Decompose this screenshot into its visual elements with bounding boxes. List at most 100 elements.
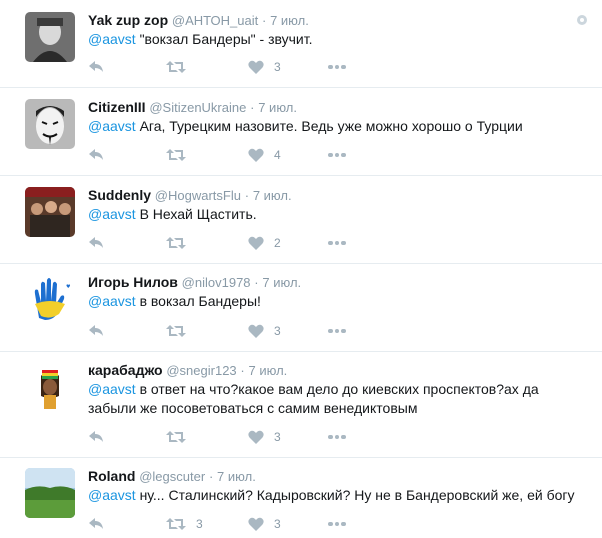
avatar[interactable] <box>25 362 75 412</box>
more-button[interactable] <box>328 427 346 447</box>
retweet-button[interactable] <box>166 57 196 77</box>
tweet-actions: 3 <box>88 321 388 341</box>
heart-icon <box>248 430 264 444</box>
retweet-button[interactable] <box>166 145 196 165</box>
more-button[interactable] <box>328 321 346 341</box>
separator-dot: · <box>244 188 250 203</box>
heart-icon <box>248 148 264 162</box>
user-name[interactable]: Игорь Нилов <box>88 274 178 290</box>
user-name[interactable]: Roland <box>88 468 135 484</box>
tweet-text: @aavst "вокзал Бандеры" - звучит. <box>88 30 588 49</box>
retweet-icon <box>166 237 186 249</box>
reply-icon <box>89 61 103 72</box>
avatar[interactable] <box>25 187 75 237</box>
user-handle[interactable]: @nilov1978 <box>182 275 251 290</box>
reply-button[interactable] <box>88 145 114 165</box>
tweet-timestamp[interactable]: 7 июл. <box>217 469 256 484</box>
tweet-timestamp[interactable]: 7 июл. <box>249 363 288 378</box>
tweet-actions: 3 <box>88 57 388 77</box>
reply-icon <box>89 149 103 160</box>
retweet-button[interactable]: 3 <box>166 514 203 534</box>
retweet-icon <box>166 149 186 161</box>
mention-link[interactable]: @aavst <box>88 31 136 47</box>
separator-dot: · <box>240 363 245 378</box>
retweet-button[interactable] <box>166 321 196 341</box>
like-count: 4 <box>274 148 281 162</box>
tweet-text: @aavst В Нехай Щастить. <box>88 205 588 224</box>
more-button[interactable] <box>328 145 346 165</box>
heart-icon <box>248 60 264 74</box>
retweet-icon <box>166 61 186 73</box>
reply-button[interactable] <box>88 57 114 77</box>
tweet-timestamp[interactable]: 7 июл. <box>253 188 292 203</box>
avatar[interactable] <box>25 12 75 62</box>
retweet-button[interactable] <box>166 427 196 447</box>
more-button[interactable] <box>328 514 346 534</box>
tweet-body: ну... Сталинский? Кадыровский? Ну не в Б… <box>135 487 575 503</box>
tweet-body: В Нехай Щастить. <box>135 206 257 222</box>
tweet[interactable]: Yak zup zop @АНТОН_uait · 7 июл. @aavst … <box>0 0 602 88</box>
tweet-body: Ага, Турецким назовите. Ведь уже можно х… <box>135 118 523 134</box>
heart-icon <box>248 324 264 338</box>
more-icon <box>328 434 346 440</box>
like-button[interactable]: 3 <box>248 57 281 77</box>
reply-icon <box>89 325 103 336</box>
mention-link[interactable]: @aavst <box>88 206 136 222</box>
mention-link[interactable]: @aavst <box>88 118 136 134</box>
tweet-actions: 3 3 <box>88 514 388 534</box>
user-handle[interactable]: @legscuter <box>139 469 205 484</box>
mention-link[interactable]: @aavst <box>88 293 136 309</box>
tweet-actions: 3 <box>88 427 388 447</box>
user-name[interactable]: Suddenly <box>88 187 151 203</box>
separator-dot: · <box>250 100 255 115</box>
reply-button[interactable] <box>88 233 114 253</box>
tweet[interactable]: Roland @legscuter · 7 июл. @aavst ну... … <box>0 458 602 538</box>
like-button[interactable]: 3 <box>248 321 281 341</box>
tweet[interactable]: ♥ Игорь Нилов @nilov1978 · 7 июл. @aavst… <box>0 264 602 352</box>
user-handle[interactable]: @АНТОН_uait <box>172 13 258 28</box>
user-name[interactable]: Yak zup zop <box>88 12 168 28</box>
heart-icon <box>248 236 264 250</box>
tweet[interactable]: Suddenly @HogwartsFlu · 7 июл. @aavst В … <box>0 176 602 264</box>
like-button[interactable]: 3 <box>248 427 281 447</box>
user-name[interactable]: карабаджо <box>88 362 163 378</box>
more-button[interactable] <box>328 57 346 77</box>
avatar[interactable] <box>25 99 75 149</box>
mention-link[interactable]: @aavst <box>88 487 136 503</box>
retweet-button[interactable] <box>166 233 196 253</box>
settings-icon[interactable] <box>576 14 588 26</box>
tweet-timestamp[interactable]: 7 июл. <box>262 275 301 290</box>
tweet[interactable]: карабаджо @snegir123 · 7 июл. @aavst в о… <box>0 352 602 458</box>
tweet-text: @aavst в ответ на что?какое вам дело до … <box>88 380 588 418</box>
user-handle[interactable]: @HogwartsFlu <box>155 188 241 203</box>
separator-dot: · <box>254 275 259 290</box>
like-button[interactable]: 2 <box>248 233 281 253</box>
more-button[interactable] <box>328 233 346 253</box>
avatar[interactable] <box>25 468 75 518</box>
tweet[interactable]: CitizenIII @SitizenUkraine · 7 июл. @aav… <box>0 88 602 176</box>
more-icon <box>328 240 346 246</box>
retweet-icon <box>166 325 186 337</box>
reply-button[interactable] <box>88 321 114 341</box>
like-button[interactable]: 4 <box>248 145 281 165</box>
user-handle[interactable]: @snegir123 <box>166 363 236 378</box>
like-count: 3 <box>274 60 281 74</box>
reply-button[interactable] <box>88 514 114 534</box>
user-handle[interactable]: @SitizenUkraine <box>149 100 246 115</box>
separator-dot: · <box>208 469 214 484</box>
reply-button[interactable] <box>88 427 114 447</box>
tweet-timestamp[interactable]: 7 июл. <box>270 13 309 28</box>
separator-dot: · <box>261 13 267 28</box>
tweet-header: Yak zup zop @АНТОН_uait · 7 июл. <box>88 12 309 28</box>
tweet-timestamp[interactable]: 7 июл. <box>258 100 297 115</box>
reply-icon <box>89 518 103 529</box>
mention-link[interactable]: @aavst <box>88 381 136 397</box>
more-icon <box>328 328 346 334</box>
like-button[interactable]: 3 <box>248 514 281 534</box>
retweet-count: 3 <box>196 517 203 531</box>
avatar[interactable]: ♥ <box>25 274 75 324</box>
tweet-body: в ответ на что?какое вам дело до киевски… <box>88 381 539 416</box>
like-count: 2 <box>274 236 281 250</box>
reply-icon <box>89 431 103 442</box>
user-name[interactable]: CitizenIII <box>88 99 146 115</box>
